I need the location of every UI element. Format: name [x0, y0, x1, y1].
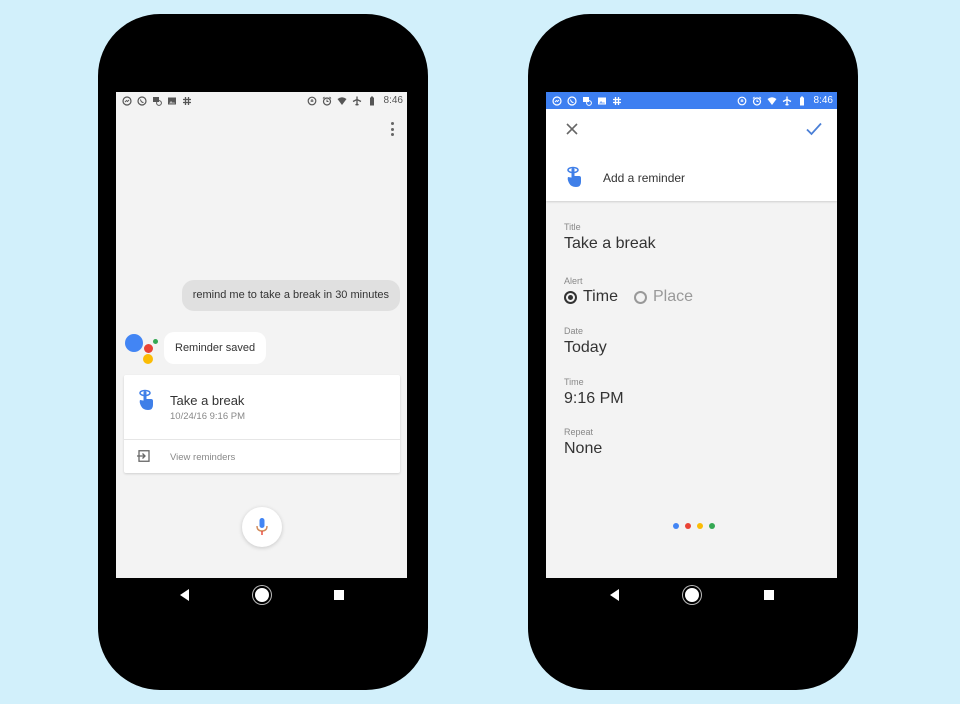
gallery-icon	[597, 96, 607, 106]
alert-time-label: Time	[583, 288, 618, 305]
alert-time-radio[interactable]: Time	[564, 288, 618, 306]
data-saver-icon	[307, 96, 317, 106]
user-query-bubble: remind me to take a break in 30 minutes	[181, 280, 400, 311]
slack-icon	[182, 96, 192, 106]
loading-dot-red	[685, 523, 691, 529]
reminder-datetime: 10/24/16 9:16 PM	[170, 411, 245, 422]
microphone-button[interactable]	[242, 507, 282, 547]
status-bar: 8:46	[546, 92, 837, 109]
back-icon	[610, 589, 619, 601]
overflow-menu-button[interactable]	[389, 122, 395, 136]
loading-dot-green	[709, 523, 715, 529]
home-button[interactable]	[254, 587, 270, 603]
logo-dot-yellow	[143, 354, 153, 364]
slack-icon	[612, 96, 622, 106]
system-icons: 8:46	[307, 95, 403, 106]
reminder-title: Take a break	[170, 393, 245, 408]
home-icon	[254, 588, 269, 602]
reminder-card: Take a break 10/24/16 9:16 PM View remin…	[124, 375, 400, 473]
assistant-loading-indicator	[673, 523, 715, 529]
repeat-field[interactable]: Repeat None	[564, 427, 602, 458]
alert-field: Alert Time Place	[564, 276, 709, 306]
title-label: Title	[564, 222, 581, 232]
clock: 8:46	[813, 95, 833, 106]
battery-icon	[367, 96, 377, 106]
home-icon	[684, 588, 699, 602]
messenger-icon	[122, 95, 132, 106]
repeat-value[interactable]: None	[564, 440, 602, 458]
view-reminders-button[interactable]: View reminders	[124, 440, 400, 473]
reminder-card-main[interactable]: Take a break 10/24/16 9:16 PM	[124, 375, 400, 440]
wifi-icon	[767, 96, 777, 106]
date-field[interactable]: Date Today	[564, 326, 607, 357]
assistant-screen: 8:46 remind me to take a break in 30 min…	[116, 92, 407, 578]
menu-dot	[390, 133, 394, 136]
phone-frame-left: 8:46 remind me to take a break in 30 min…	[98, 14, 428, 690]
logo-dot-red	[144, 344, 153, 353]
system-icons: 8:46	[737, 95, 833, 106]
recents-icon	[763, 590, 774, 600]
navigation-bar	[546, 578, 837, 612]
google-assistant-logo-icon	[125, 334, 159, 364]
title-field[interactable]: Title Take a break	[564, 222, 656, 253]
time-label: Time	[564, 377, 584, 387]
airplane-icon	[782, 96, 792, 106]
title-value[interactable]: Take a break	[564, 235, 656, 253]
alert-label: Alert	[564, 276, 583, 286]
radio-checked-icon	[564, 290, 577, 304]
alarm-icon	[322, 96, 332, 106]
open-in-icon	[137, 450, 150, 462]
image-message-icon	[582, 96, 592, 106]
data-saver-icon	[737, 96, 747, 106]
battery-icon	[797, 96, 807, 106]
recents-button[interactable]	[761, 587, 777, 603]
reminder-hand-icon	[567, 166, 581, 187]
recents-icon	[333, 590, 344, 600]
status-bar: 8:46	[116, 92, 407, 109]
loading-dot-yellow	[697, 523, 703, 529]
back-button[interactable]	[607, 587, 623, 603]
menu-dot	[390, 122, 394, 125]
recents-button[interactable]	[331, 587, 347, 603]
alert-radio-group: Time Place	[564, 288, 709, 306]
whatsapp-icon	[137, 95, 147, 106]
add-reminder-screen: 8:46 Add a reminder Title Take a break A…	[546, 92, 837, 578]
image-message-icon	[152, 96, 162, 106]
clock: 8:46	[383, 95, 403, 106]
home-button[interactable]	[684, 587, 700, 603]
logo-dot-green	[153, 339, 158, 344]
time-value[interactable]: 9:16 PM	[564, 390, 624, 408]
notification-icons	[552, 95, 622, 106]
radio-unchecked-icon	[633, 290, 647, 304]
messenger-icon	[552, 95, 562, 106]
view-reminders-label: View reminders	[170, 452, 236, 463]
check-icon[interactable]	[805, 121, 823, 137]
navigation-bar	[116, 578, 407, 612]
alert-place-radio[interactable]: Place	[633, 288, 693, 306]
alarm-icon	[752, 96, 762, 106]
phone-frame-right: 8:46 Add a reminder Title Take a break A…	[528, 14, 858, 690]
date-label: Date	[564, 326, 584, 336]
add-reminder-header: Add a reminder	[546, 109, 837, 201]
time-field[interactable]: Time 9:16 PM	[564, 377, 624, 408]
assistant-reply-bubble: Reminder saved	[164, 332, 267, 364]
microphone-icon	[256, 518, 268, 535]
alert-place-label: Place	[652, 288, 693, 305]
menu-dot	[390, 127, 394, 131]
back-icon	[180, 589, 189, 601]
reminder-hand-icon	[139, 389, 153, 410]
date-value[interactable]: Today	[564, 339, 607, 357]
airplane-icon	[352, 96, 362, 106]
notification-icons	[122, 95, 192, 106]
logo-dot-blue	[125, 334, 143, 352]
repeat-label: Repeat	[564, 427, 594, 437]
loading-dot-blue	[673, 523, 679, 529]
back-button[interactable]	[177, 587, 193, 603]
gallery-icon	[167, 96, 177, 106]
dialog-title: Add a reminder	[603, 171, 686, 185]
close-icon[interactable]	[564, 121, 580, 137]
wifi-icon	[337, 96, 347, 106]
whatsapp-icon	[567, 95, 577, 106]
